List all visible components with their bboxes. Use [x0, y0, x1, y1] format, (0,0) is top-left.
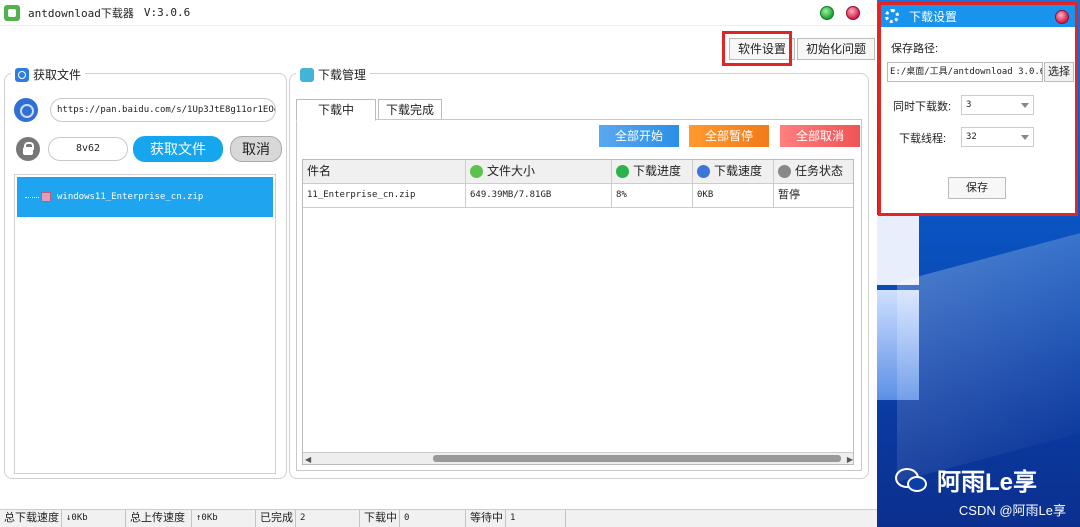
up-speed-label: 总上传速度 — [126, 510, 192, 527]
col-header-speed[interactable]: 下载速度 — [693, 160, 774, 184]
downloading-value: 0 — [400, 510, 466, 527]
minimize-icon[interactable] — [820, 6, 834, 20]
cancel-button[interactable]: 取消 — [230, 136, 282, 162]
save-path-input[interactable]: E:/桌面/工具/antdownload 3.0.6/ — [887, 62, 1043, 82]
extract-code-input[interactable]: 8v62 — [48, 137, 128, 161]
status-bar: 总下载速度 ↓0Kb 总上传速度 ↑0Kb 已完成 2 下载中 0 等待中 1 — [0, 509, 877, 527]
save-button[interactable]: 保存 — [948, 177, 1006, 199]
pause-all-button[interactable]: 全部暂停 — [689, 125, 769, 147]
dialog-title: 下载设置 — [909, 9, 958, 24]
cell-size: 649.39MB/7.81GB — [466, 184, 612, 208]
up-speed-value: ↑0Kb — [192, 510, 256, 527]
check-icon — [616, 165, 629, 178]
col-header-status-label: 任务状态 — [795, 164, 844, 178]
init-issue-button[interactable]: 初始化问题 — [797, 38, 876, 60]
tree-connector — [25, 196, 39, 198]
url-row: https://pan.baidu.com/s/1Up3JtE8g11or1EO… — [14, 98, 276, 122]
highlight-box — [722, 31, 792, 66]
title-bar: antdownload下载器 V:3.0.6 — [0, 0, 877, 26]
tab-completed[interactable]: 下载完成 — [378, 99, 442, 120]
cell-name: 11_Enterprise_cn.zip — [303, 184, 466, 208]
zip-file-icon — [41, 192, 51, 202]
search-icon — [15, 67, 29, 82]
col-header-name[interactable]: 件名 — [303, 160, 466, 184]
window-version: V:3.0.6 — [143, 6, 191, 19]
down-speed-label: 总下载速度 — [0, 510, 62, 527]
col-header-progress[interactable]: 下载进度 — [612, 160, 693, 184]
col-header-progress-label: 下载进度 — [633, 164, 682, 178]
window-title: antdownload下载器 — [28, 6, 134, 20]
chevron-down-icon — [1021, 103, 1029, 108]
dialog-close-icon[interactable] — [1055, 10, 1069, 24]
gear-icon — [885, 9, 899, 23]
download-group-title: 下载管理 — [296, 66, 371, 83]
app-icon — [4, 4, 20, 21]
cancel-all-button[interactable]: 全部取消 — [780, 125, 860, 147]
wechat-icon — [895, 466, 931, 494]
cell-speed: 0KB — [693, 184, 774, 208]
save-path-label: 保存路径: — [891, 43, 939, 55]
done-label: 已完成 — [256, 510, 296, 527]
horizontal-scrollbar[interactable]: ◀ ▶ — [303, 452, 853, 464]
scrollbar-thumb[interactable] — [433, 455, 841, 462]
waiting-label: 等待中 — [466, 510, 506, 527]
chevron-down-icon — [1021, 135, 1029, 140]
url-input[interactable]: https://pan.baidu.com/s/1Up3JtE8g11or1EO… — [50, 98, 276, 122]
col-header-status[interactable]: 任务状态 — [774, 160, 853, 184]
main-window: antdownload下载器 V:3.0.6 软件设置 初始化问题 获取文件 h… — [0, 0, 877, 527]
waiting-value: 1 — [506, 510, 566, 527]
done-value: 2 — [296, 510, 360, 527]
col-header-speed-label: 下载速度 — [714, 164, 763, 178]
download-settings-dialog: 下载设置 保存路径: E:/桌面/工具/antdownload 3.0.6/ 选… — [878, 2, 1078, 216]
concurrent-label: 同时下载数: — [893, 101, 952, 113]
get-file-button[interactable]: 获取文件 — [133, 136, 223, 162]
watermark: 阿雨Le享 — [895, 462, 1037, 497]
speed-icon — [697, 165, 710, 178]
window-pane-decoration — [877, 215, 919, 285]
fetch-group-title: 获取文件 — [11, 66, 86, 83]
dialog-title-bar: 下载设置 — [881, 5, 1075, 27]
size-icon — [470, 165, 483, 178]
table-header: 件名 文件大小 下载进度 下载速度 任务状态 — [303, 160, 853, 184]
tab-downloading[interactable]: 下载中 — [296, 99, 376, 121]
light-beam-decoration — [897, 217, 1080, 483]
lock-icon — [16, 137, 40, 161]
scroll-right-icon[interactable]: ▶ — [847, 455, 853, 464]
cell-progress: 8% — [612, 184, 693, 208]
watermark-brand: 阿雨Le享 — [937, 469, 1038, 496]
concurrent-select[interactable]: 3 — [961, 95, 1034, 115]
threads-value: 32 — [966, 132, 977, 142]
download-manager-icon — [300, 67, 314, 82]
col-header-size[interactable]: 文件大小 — [466, 160, 612, 184]
table-row[interactable]: 11_Enterprise_cn.zip 649.39MB/7.81GB 8% … — [303, 184, 853, 208]
csdn-watermark: CSDN @阿雨Le享 — [958, 503, 1066, 518]
file-name: windows11_Enterprise_cn.zip — [57, 192, 204, 202]
file-tree-item[interactable]: windows11_Enterprise_cn.zip — [17, 177, 273, 217]
col-header-size-label: 文件大小 — [487, 164, 536, 178]
status-icon — [778, 165, 791, 178]
threads-label: 下载线程: — [899, 133, 947, 145]
downloading-label: 下载中 — [360, 510, 400, 527]
cell-status: 暂停 — [774, 184, 853, 208]
close-icon[interactable] — [846, 6, 860, 20]
download-group-label: 下载管理 — [318, 68, 367, 82]
choose-path-button[interactable]: 选择 — [1044, 62, 1074, 82]
start-all-button[interactable]: 全部开始 — [599, 125, 679, 147]
download-table: 件名 文件大小 下载进度 下载速度 任务状态 11_Enterprise_cn.… — [302, 159, 854, 465]
globe-icon — [14, 98, 38, 122]
threads-select[interactable]: 32 — [961, 127, 1034, 147]
concurrent-value: 3 — [966, 100, 972, 110]
file-tree: windows11_Enterprise_cn.zip — [14, 174, 276, 474]
down-speed-value: ↓0Kb — [62, 510, 126, 527]
col-header-name-label: 件名 — [307, 164, 332, 178]
fetch-group-label: 获取文件 — [33, 68, 82, 82]
scroll-left-icon[interactable]: ◀ — [305, 455, 311, 464]
